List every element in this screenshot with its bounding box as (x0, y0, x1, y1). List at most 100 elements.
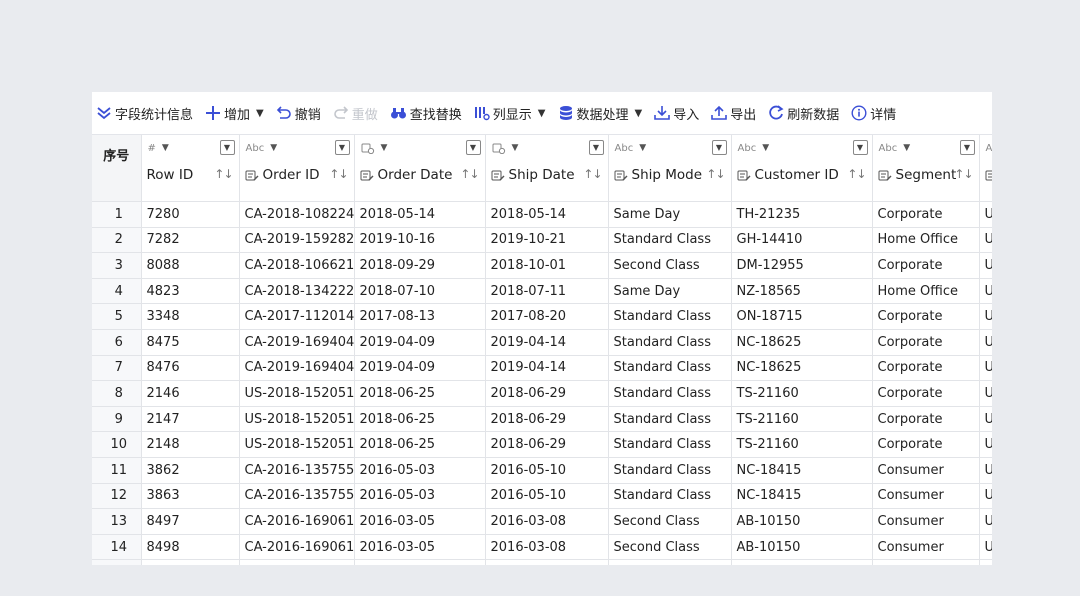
table-cell[interactable]: 2016-05-03 (354, 457, 486, 484)
table-cell[interactable]: U (979, 534, 992, 561)
table-cell[interactable]: U (979, 457, 992, 484)
table-cell[interactable]: 2146 (141, 380, 240, 407)
column-header[interactable]: Abc ▼ ▼ Customer ID ↑↓ (731, 135, 873, 202)
table-cell[interactable]: US-2018-152051 (239, 431, 355, 458)
table-cell[interactable]: CA-2018-106621 (239, 252, 355, 279)
table-cell[interactable]: CA-2016-169061 (239, 534, 355, 561)
table-cell[interactable]: Second Class (608, 534, 732, 561)
table-cell[interactable]: 3348 (141, 303, 240, 330)
table-cell[interactable]: 2016-03-05 (354, 534, 486, 561)
undo-button[interactable]: 撤销 (276, 104, 321, 123)
table-cell[interactable]: 2018-05-14 (354, 201, 486, 228)
column-header[interactable]: Abc ▼ ▼ Order ID ↑↓ (239, 135, 355, 202)
redo-button[interactable]: 重做 (333, 104, 378, 123)
table-cell[interactable]: 2017-08-20 (485, 303, 609, 330)
table-cell[interactable]: 2018-07-11 (485, 278, 609, 305)
table-cell[interactable]: 2016-03-08 (485, 534, 609, 561)
table-cell[interactable]: Standard Class (608, 457, 732, 484)
table-cell[interactable]: Standard Class (608, 227, 732, 254)
table-cell[interactable]: TS-21160 (731, 406, 873, 433)
table-cell[interactable]: U (979, 559, 992, 565)
table-row[interactable]: 7 8476 CA-2019-169404 2019-04-09 2019-04-14 S… (92, 355, 992, 382)
column-type-selector[interactable]: Abc ▼ (732, 135, 872, 161)
table-cell[interactable]: U (979, 201, 992, 228)
column-header[interactable]: Al (979, 135, 992, 202)
filter-dropdown-button[interactable]: ▼ (852, 140, 868, 155)
table-cell[interactable]: Consumer (872, 508, 980, 535)
sort-icon[interactable]: ↑↓ (460, 167, 479, 181)
table-cell[interactable]: Corporate (872, 303, 980, 330)
table-cell[interactable]: 8476 (141, 355, 240, 382)
table-cell[interactable]: 2016-03-05 (354, 559, 486, 565)
filter-dropdown-button[interactable]: ▼ (219, 140, 235, 155)
table-cell[interactable]: U (979, 380, 992, 407)
table-row[interactable]: 9 2147 US-2018-152051 2018-06-25 2018-06-29 S… (92, 406, 992, 433)
table-row[interactable]: 14 8498 CA-2016-169061 2016-03-05 2016-03-08… (92, 534, 992, 561)
table-row[interactable]: 3 8088 CA-2018-106621 2018-09-29 2018-10-01 S… (92, 252, 992, 279)
filter-dropdown-button[interactable]: ▼ (465, 140, 481, 155)
table-cell[interactable]: Home Office (872, 278, 980, 305)
table-cell[interactable]: U (979, 431, 992, 458)
table-cell[interactable]: 2018-07-10 (354, 278, 486, 305)
table-cell[interactable]: U (979, 278, 992, 305)
table-cell[interactable]: Same Day (608, 201, 732, 228)
table-cell[interactable]: Standard Class (608, 329, 732, 356)
table-cell[interactable]: CA-2016-169061 (239, 559, 355, 565)
table-cell[interactable]: Consumer (872, 483, 980, 510)
column-type-selector[interactable]: Al (980, 135, 992, 161)
add-button[interactable]: 增加 ▼ (205, 104, 264, 123)
table-cell[interactable]: CA-2019-159282 (239, 227, 355, 254)
table-cell[interactable]: NC-18415 (731, 483, 873, 510)
column-header[interactable]: Abc ▼ ▼ Segment ↑↓ (872, 135, 980, 202)
table-cell[interactable]: 2148 (141, 431, 240, 458)
table-cell[interactable]: Standard Class (608, 355, 732, 382)
table-cell[interactable]: Consumer (872, 534, 980, 561)
table-cell[interactable]: 7282 (141, 227, 240, 254)
table-cell[interactable]: CA-2019-169404 (239, 355, 355, 382)
filter-dropdown-button[interactable]: ▼ (711, 140, 727, 155)
table-cell[interactable]: Corporate (872, 406, 980, 433)
table-cell[interactable]: AB-10150 (731, 508, 873, 535)
table-cell[interactable]: Corporate (872, 355, 980, 382)
table-cell[interactable]: Corporate (872, 431, 980, 458)
table-cell[interactable]: U (979, 329, 992, 356)
table-row[interactable]: 11 3862 CA-2016-135755 2016-05-03 2016-05-10… (92, 457, 992, 484)
table-cell[interactable]: 2019-04-14 (485, 355, 609, 382)
table-cell[interactable]: Consumer (872, 457, 980, 484)
table-cell[interactable]: 4823 (141, 278, 240, 305)
table-cell[interactable]: GH-14410 (731, 227, 873, 254)
table-row[interactable]: 10 2148 US-2018-152051 2018-06-25 2018-06-29… (92, 431, 992, 458)
table-cell[interactable]: NC-18415 (731, 457, 873, 484)
table-cell[interactable]: CA-2017-112014 (239, 303, 355, 330)
table-cell[interactable]: Second Class (608, 508, 732, 535)
table-cell[interactable]: 2018-09-29 (354, 252, 486, 279)
column-header[interactable]: # ▼ ▼ Row ID ↑↓ (141, 135, 240, 202)
data-process-button[interactable]: 数据处理 ▼ (558, 104, 642, 123)
table-cell[interactable]: Corporate (872, 201, 980, 228)
table-cell[interactable]: Corporate (872, 329, 980, 356)
table-cell[interactable]: 2018-06-29 (485, 380, 609, 407)
table-cell[interactable]: 2016-03-08 (485, 508, 609, 535)
table-cell[interactable]: Standard Class (608, 483, 732, 510)
table-cell[interactable]: 2016-03-05 (354, 508, 486, 535)
table-cell[interactable]: 2019-04-09 (354, 329, 486, 356)
table-cell[interactable]: 8499 (141, 559, 240, 565)
field-stats-button[interactable]: 字段统计信息 (96, 104, 193, 123)
table-cell[interactable]: U (979, 406, 992, 433)
table-cell[interactable]: U (979, 355, 992, 382)
details-button[interactable]: 详情 (851, 104, 896, 123)
table-cell[interactable]: 2018-06-25 (354, 431, 486, 458)
table-row[interactable]: 6 8475 CA-2019-169404 2019-04-09 2019-04-14 S… (92, 329, 992, 356)
table-cell[interactable]: 2018-06-25 (354, 380, 486, 407)
table-cell[interactable]: NC-18625 (731, 329, 873, 356)
sort-icon[interactable]: ↑↓ (954, 167, 973, 181)
table-cell[interactable]: 2016-05-10 (485, 457, 609, 484)
table-row[interactable]: 2 7282 CA-2019-159282 2019-10-16 2019-10-21 S… (92, 227, 992, 254)
table-cell[interactable]: DM-12955 (731, 252, 873, 279)
filter-dropdown-button[interactable]: ▼ (334, 140, 350, 155)
table-cell[interactable]: AB-10150 (731, 534, 873, 561)
column-header[interactable]: ▼ ▼ Order Date ↑↓ (354, 135, 486, 202)
table-cell[interactable]: US-2018-152051 (239, 380, 355, 407)
table-cell[interactable]: 2017-08-13 (354, 303, 486, 330)
table-cell[interactable]: NZ-18565 (731, 278, 873, 305)
